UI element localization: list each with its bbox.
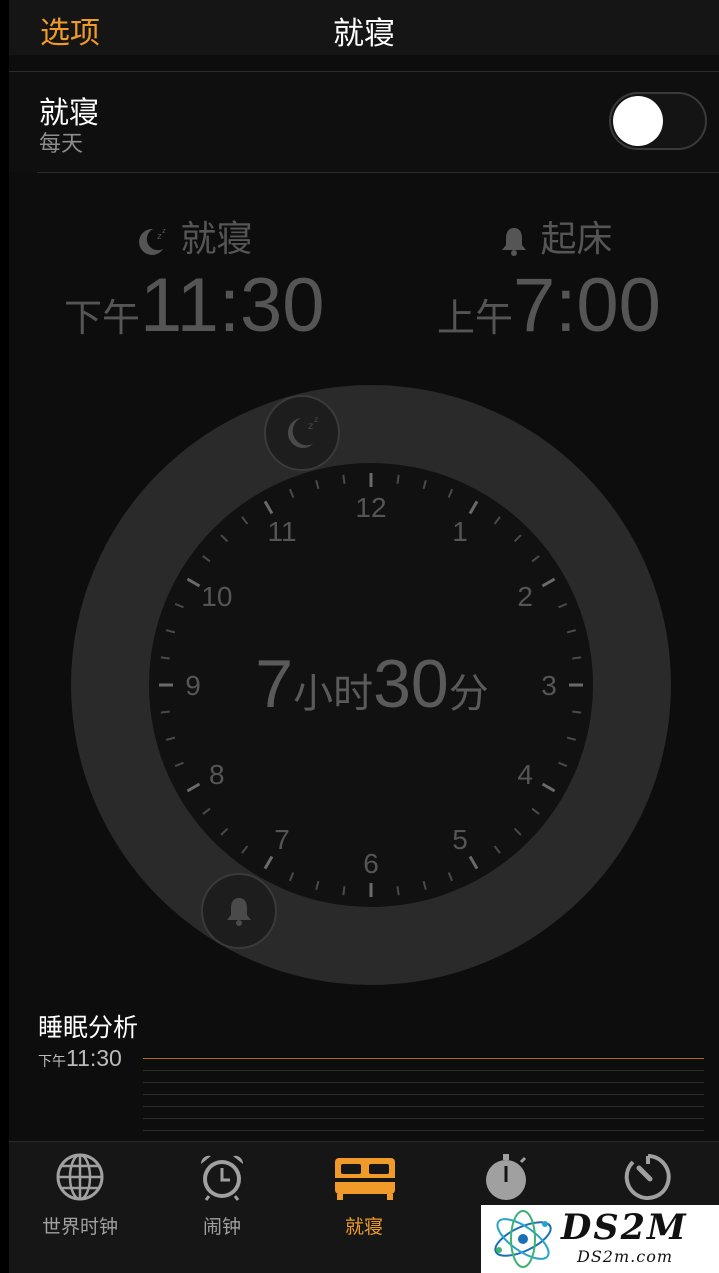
clock-hour-label: 1 xyxy=(452,516,468,547)
page-title: 就寝 xyxy=(333,16,395,52)
clock-hour-label: 8 xyxy=(209,759,225,790)
bell-icon xyxy=(502,228,526,256)
analysis-time-value: 11:30 xyxy=(66,1045,122,1071)
sleep-duration: 7小时30分 xyxy=(9,645,719,723)
clock-hour-label: 4 xyxy=(517,759,533,790)
analysis-grid-line xyxy=(143,1094,704,1095)
wake-label: 起床 xyxy=(540,219,613,260)
wake-time-display[interactable]: 上午7:00 xyxy=(437,262,661,349)
ds2m-watermark: DS2M DS2m.com xyxy=(481,1205,719,1273)
tab-label: 闹钟 xyxy=(202,1216,241,1238)
tab-label: 就寝 xyxy=(344,1216,383,1238)
clock-hour-label: 5 xyxy=(452,824,468,855)
atom-logo-icon xyxy=(494,1210,552,1268)
navigation-bar: 选项 就寝 xyxy=(9,0,719,55)
clock-hour-label: 12 xyxy=(355,492,386,523)
watermark-main-text: DS2M xyxy=(561,1207,688,1248)
stopwatch-icon xyxy=(486,1154,527,1200)
wake-time: 7:00 xyxy=(513,263,661,348)
moon-icon: z z xyxy=(139,227,166,255)
tab-bedtime[interactable]: 就寝 xyxy=(293,1142,435,1242)
analysis-grid-line xyxy=(143,1130,704,1131)
duration-minutes-unit: 分 xyxy=(448,671,489,717)
analysis-grid-line xyxy=(143,1082,704,1083)
analysis-grid-line xyxy=(143,1106,704,1107)
bedtime-label: 就寝 xyxy=(180,219,253,260)
bedtime-time-display[interactable]: 下午11:30 xyxy=(64,262,325,349)
tab-label: 世界时钟 xyxy=(41,1216,118,1238)
clock-tick xyxy=(396,886,400,896)
duration-minutes: 30 xyxy=(373,646,449,722)
wake-header: 起床 xyxy=(499,210,612,262)
clock-hour-label: 2 xyxy=(517,581,533,612)
wake-handle[interactable] xyxy=(201,873,277,949)
tab-world-clock[interactable]: 世界时钟 xyxy=(9,1142,151,1242)
globe-icon xyxy=(56,1153,104,1201)
clock-hour-label: 7 xyxy=(274,824,290,855)
tab-alarm[interactable]: 闹钟 xyxy=(151,1142,293,1242)
bedtime-row-subtitle: 每天 xyxy=(39,132,84,157)
bedtime-toggle-row: 就寝 每天 xyxy=(9,72,719,172)
clock-tick xyxy=(342,474,346,484)
svg-text:z: z xyxy=(314,415,318,424)
toggle-knob xyxy=(613,96,663,146)
bedtime-time: 11:30 xyxy=(140,263,325,348)
analysis-grid-line xyxy=(143,1118,704,1119)
wake-ampm: 上午 xyxy=(437,296,514,340)
timer-icon xyxy=(624,1154,671,1200)
duration-hours-unit: 小时 xyxy=(293,671,374,717)
analysis-grid-line xyxy=(143,1070,704,1071)
analysis-ampm: 下午 xyxy=(38,1054,66,1070)
watermark-sub-text: DS2m.com xyxy=(577,1247,673,1266)
clock-tick xyxy=(342,886,346,896)
bedtime-ampm: 下午 xyxy=(64,296,141,340)
clock-hour-label: 11 xyxy=(267,516,296,547)
bedtime-toggle-switch[interactable] xyxy=(609,92,707,150)
sleep-analysis-title: 睡眠分析 xyxy=(38,1013,139,1042)
clock-tick xyxy=(396,474,400,484)
bedtime-handle[interactable]: z z xyxy=(264,395,340,471)
clock-hour-label: 10 xyxy=(201,581,232,612)
svg-text:z: z xyxy=(308,421,313,432)
bedtime-header: z z 就寝 xyxy=(133,210,252,262)
duration-hours: 7 xyxy=(255,646,294,722)
divider xyxy=(37,172,719,173)
bedtime-screen: 选项 就寝 就寝 每天 z z 就寝 下午11:30 起床 上午7:00 12 … xyxy=(9,0,719,1273)
analysis-bedtime-line xyxy=(143,1058,704,1059)
sleep-analysis-time: 下午11:30 xyxy=(38,1045,122,1072)
bed-icon xyxy=(335,1158,395,1200)
alarm-clock-icon xyxy=(200,1155,244,1201)
svg-text:z: z xyxy=(162,227,166,235)
clock-hour-label: 6 xyxy=(363,848,379,879)
